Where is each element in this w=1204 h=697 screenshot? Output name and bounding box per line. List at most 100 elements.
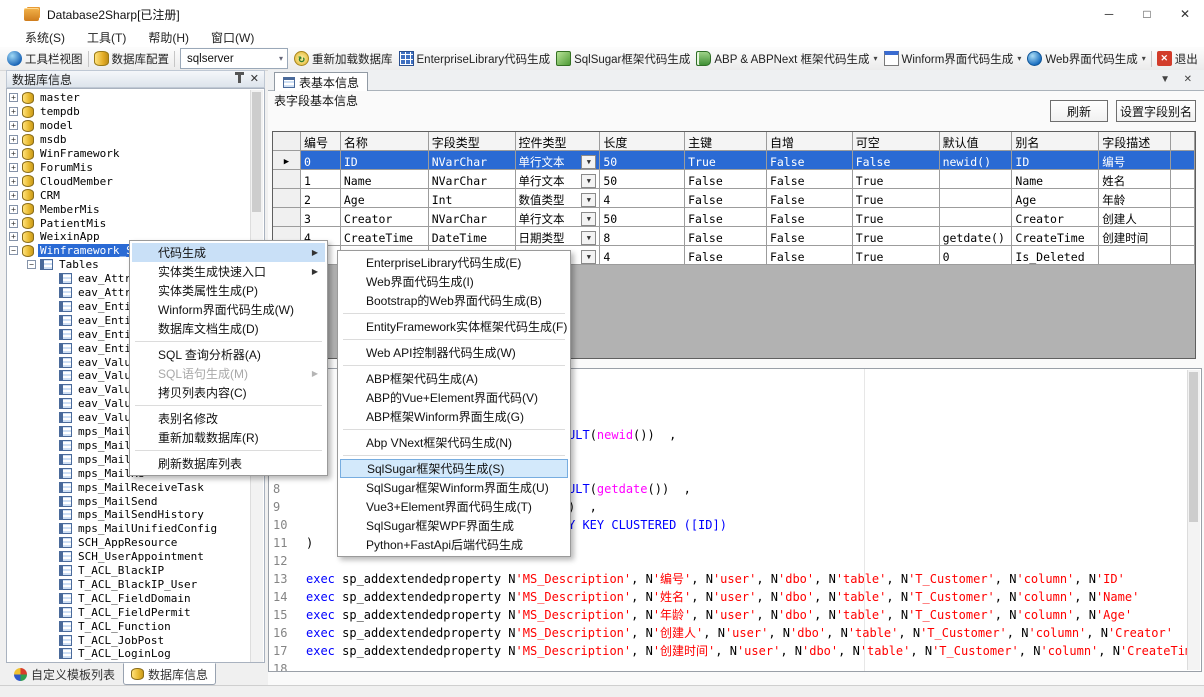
grid-cell[interactable]: 单行文本▼	[516, 151, 601, 170]
pin-icon[interactable]	[238, 75, 241, 83]
tree-item-table[interactable]: SCH_AppResource	[59, 536, 179, 550]
grid-column-header[interactable]: 主键	[685, 132, 767, 151]
grid-cell[interactable]: 1	[301, 170, 341, 189]
tree-item-database[interactable]: +PatientMis	[9, 216, 108, 230]
grid-cell[interactable]: NVarChar	[429, 151, 516, 170]
expand-icon[interactable]: +	[9, 121, 18, 130]
grid-cell[interactable]: NVarChar	[429, 170, 516, 189]
grid-cell[interactable]: False	[767, 151, 853, 170]
row-selector-cell[interactable]	[273, 170, 301, 189]
table-row[interactable]: 3CreatorNVarChar单行文本▼50FalseFalseTrueCre…	[273, 208, 1195, 227]
grid-cell[interactable]: 年龄	[1099, 189, 1171, 208]
table-row[interactable]: 2AgeInt数值类型▼4FalseFalseTrueAge年龄	[273, 189, 1195, 208]
grid-cell[interactable]: 0	[301, 151, 341, 170]
context-menu-item-4[interactable]: 数据库文档生成(D)	[132, 319, 325, 338]
grid-cell[interactable]	[940, 208, 1013, 227]
combo-dropdown-icon[interactable]: ▼	[581, 212, 596, 226]
tab-table-basic-info[interactable]: 表基本信息	[274, 72, 368, 91]
toolbar-button-8[interactable]: ABP & ABPNext 框架代码生成▾	[693, 48, 880, 69]
expand-icon[interactable]: +	[9, 219, 18, 228]
table-row[interactable]: ▶0IDNVarChar单行文本▼50TrueFalseFalsenewid()…	[273, 151, 1195, 170]
grid-cell[interactable]: 3	[301, 208, 341, 227]
tree-item-table[interactable]: T_ACL_JobPost	[59, 633, 166, 647]
tree-item-table[interactable]: mps_MailReceiveTask	[59, 480, 206, 494]
tree-item-table[interactable]: T_ACL_FieldDomain	[59, 591, 193, 605]
grid-cell[interactable]	[1099, 246, 1171, 265]
context-menu-item-11[interactable]: 重新加载数据库(R)	[132, 428, 325, 447]
tabstrip-close-icon[interactable]: ✕	[1184, 74, 1192, 85]
context-menu-item-1[interactable]: 实体类生成快速入口▶	[132, 262, 325, 281]
grid-cell[interactable]: 数值类型▼	[516, 189, 601, 208]
grid-cell[interactable]: Int	[429, 189, 516, 208]
row-selector-cell-current[interactable]: ▶	[273, 151, 301, 170]
tree-item-database[interactable]: +msdb	[9, 133, 69, 147]
expand-icon[interactable]: +	[9, 177, 18, 186]
submenu-menu-item-6[interactable]: Web API控制器代码生成(W)	[340, 343, 568, 362]
menu-item-3[interactable]: 窗口(W)	[200, 29, 265, 46]
submenu-menu-item-2[interactable]: Bootstrap的Web界面代码生成(B)	[340, 291, 568, 310]
tree-item-database[interactable]: +ForumMis	[9, 161, 95, 175]
database-type-combo[interactable]: sqlserver▾	[180, 48, 288, 69]
expand-icon[interactable]: +	[9, 191, 18, 200]
grid-cell[interactable]: False	[685, 246, 767, 265]
toolbar-button-6[interactable]: EnterpriseLibrary代码生成	[396, 48, 554, 69]
expand-icon[interactable]: +	[9, 93, 18, 102]
grid-cell[interactable]: 创建时间	[1099, 227, 1171, 246]
grid-column-header[interactable]: 别名	[1012, 132, 1099, 151]
grid-cell[interactable]: CreateTime	[1012, 227, 1099, 246]
combo-dropdown-icon[interactable]: ▼	[581, 155, 596, 169]
grid-cell[interactable]: False	[685, 208, 767, 227]
context-menu-item-3[interactable]: Winform界面代码生成(W)	[132, 300, 325, 319]
row-selector-cell[interactable]	[273, 189, 301, 208]
tree-item-database[interactable]: +master	[9, 91, 82, 105]
expand-icon[interactable]: +	[9, 107, 18, 116]
submenu-menu-item-18[interactable]: Python+FastApi后端代码生成	[340, 535, 568, 554]
context-menu-item-8[interactable]: 拷贝列表内容(C)	[132, 383, 325, 402]
dock-tab-1[interactable]: 数据库信息	[123, 663, 216, 685]
grid-cell[interactable]: 4	[600, 246, 685, 265]
context-menu-item-2[interactable]: 实体类属性生成(P)	[132, 281, 325, 300]
tree-item-database[interactable]: +model	[9, 119, 75, 133]
grid-column-header[interactable]: 名称	[341, 132, 429, 151]
tree-item-database[interactable]: +WinFramework	[9, 147, 121, 161]
grid-cell[interactable]	[940, 170, 1013, 189]
dock-close-icon[interactable]: ✕	[250, 74, 259, 85]
submenu-menu-item-14[interactable]: SqlSugar框架代码生成(S)	[340, 459, 568, 478]
toolbar-button-12[interactable]: 退出	[1154, 48, 1201, 69]
grid-cell[interactable]: Age	[1012, 189, 1099, 208]
combo-dropdown-icon[interactable]: ▼	[581, 250, 596, 264]
menu-item-0[interactable]: 系统(S)	[14, 29, 76, 46]
grid-cell[interactable]: 0	[940, 246, 1013, 265]
grid-cell[interactable]: True	[853, 246, 940, 265]
submenu-menu-item-15[interactable]: SqlSugar框架Winform界面生成(U)	[340, 478, 568, 497]
expand-icon[interactable]: +	[9, 205, 18, 214]
editor-scrollbar-thumb[interactable]	[1189, 372, 1198, 522]
grid-cell[interactable]: False	[685, 189, 767, 208]
tree-item-table[interactable]: SCH_UserAppointment	[59, 550, 206, 564]
close-button[interactable]: ✕	[1166, 0, 1204, 28]
context-menu-item-6[interactable]: SQL 查询分析器(A)	[132, 345, 325, 364]
grid-cell[interactable]: 单行文本▼	[516, 170, 601, 189]
tree-item-database[interactable]: +MemberMis	[9, 202, 102, 216]
minimize-button[interactable]: ─	[1090, 0, 1128, 28]
submenu-menu-item-4[interactable]: EntityFramework实体框架代码生成(F)	[340, 317, 568, 336]
tree-item-table[interactable]: mps_MailUnifiedConfig	[59, 522, 219, 536]
tabstrip-dropdown-icon[interactable]: ▼	[1160, 74, 1170, 85]
tree-item-table[interactable]: mps_MailSendHistory	[59, 508, 206, 522]
collapse-icon[interactable]: −	[9, 246, 18, 255]
grid-cell[interactable]: Name	[1012, 170, 1099, 189]
grid-cell[interactable]: 创建人	[1099, 208, 1171, 227]
grid-cell[interactable]: True	[853, 208, 940, 227]
grid-cell[interactable]: 4	[600, 189, 685, 208]
context-menu-item-13[interactable]: 刷新数据库列表	[132, 454, 325, 473]
tree-item-table[interactable]: T_ACL_LoginLog	[59, 647, 173, 661]
grid-column-header[interactable]: 自增	[767, 132, 853, 151]
expand-icon[interactable]: +	[9, 163, 18, 172]
grid-cell[interactable]: Is_Deleted	[1012, 246, 1099, 265]
table-row[interactable]: 4CreateTimeDateTime日期类型▼8FalseFalseTrueg…	[273, 227, 1195, 246]
grid-column-header[interactable]: 默认值	[940, 132, 1013, 151]
grid-cell[interactable]: 50	[600, 170, 685, 189]
tree-item-database-selected[interactable]: −Winframework_Sug	[9, 244, 148, 258]
tree-item-database[interactable]: +WeixinApp	[9, 230, 102, 244]
submenu-menu-item-8[interactable]: ABP框架代码生成(A)	[340, 369, 568, 388]
